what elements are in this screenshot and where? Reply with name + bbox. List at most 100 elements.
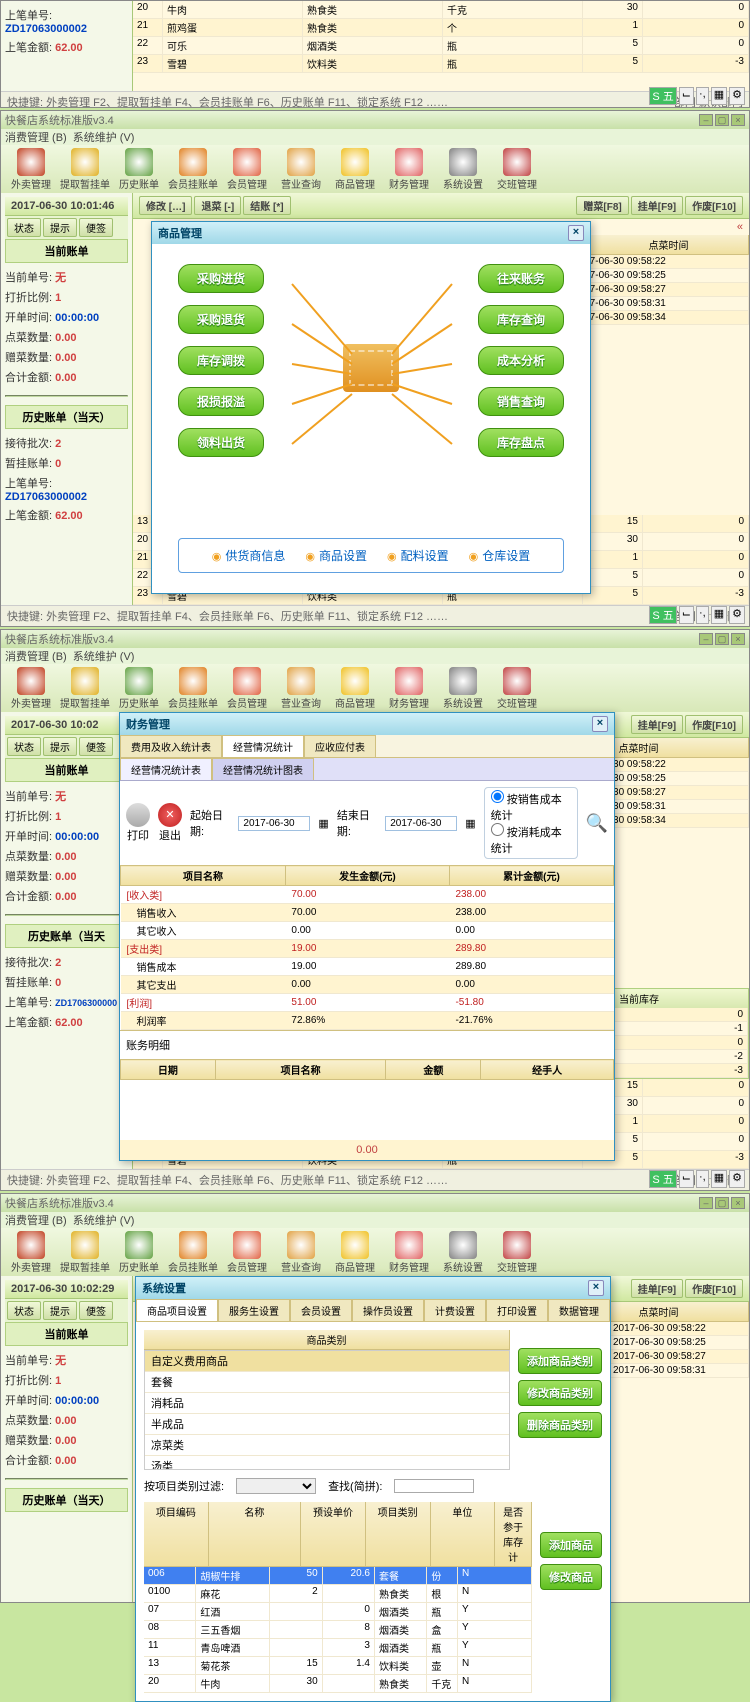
goods-row[interactable]: 07红酒0烟酒类瓶Y [144, 1603, 532, 1621]
tb-外卖管理[interactable]: 外卖管理 [5, 667, 57, 710]
side-tab[interactable]: 提示 [43, 737, 77, 756]
goods-btn[interactable]: 采购退货 [178, 305, 264, 334]
side-tab[interactable]: 便签 [79, 1301, 113, 1320]
menu-item[interactable]: 系统维护 (V) [73, 648, 135, 664]
side-tab[interactable]: 便签 [79, 737, 113, 756]
goods-btn[interactable]: 报损报溢 [178, 387, 264, 416]
goods-link[interactable]: ◉供货商信息 [212, 547, 286, 564]
action-tab[interactable]: 作废[F10] [685, 196, 743, 215]
menu-item[interactable]: 系统维护 (V) [73, 129, 135, 145]
goods-row[interactable]: 11青岛啤酒3烟酒类瓶Y [144, 1639, 532, 1657]
action-tab[interactable]: 挂单[F9] [631, 715, 683, 734]
goods-btn[interactable]: 添加商品 [540, 1532, 602, 1558]
sys-tab[interactable]: 商品项目设置 [136, 1299, 218, 1321]
min-btn[interactable]: – [699, 114, 713, 126]
goods-btn[interactable]: 库存查询 [478, 305, 564, 334]
goods-btn[interactable]: 往来账务 [478, 264, 564, 293]
cat-item[interactable]: 汤类 [145, 1456, 509, 1470]
fin-tab[interactable]: 经营情况统计 [222, 735, 304, 757]
sys-tab[interactable]: 会员设置 [290, 1299, 352, 1321]
side-tab[interactable]: 便签 [79, 218, 113, 237]
goods-btn[interactable]: 库存盘点 [478, 428, 564, 457]
tb-商品管理[interactable]: 商品管理 [329, 667, 381, 710]
tb-会员挂账单[interactable]: 会员挂账单 [167, 1231, 219, 1274]
side-tab[interactable]: 状态 [7, 1301, 41, 1320]
goods-btn[interactable]: 成本分析 [478, 346, 564, 375]
goods-btn[interactable]: 修改商品 [540, 1564, 602, 1590]
fin-subtab[interactable]: 经营情况统计图表 [212, 758, 314, 780]
fin-tab[interactable]: 应收应付表 [304, 735, 376, 757]
cat-item[interactable]: 凉菜类 [145, 1435, 509, 1456]
sys-tab[interactable]: 计费设置 [424, 1299, 486, 1321]
goods-link[interactable]: ◉商品设置 [305, 547, 367, 564]
action-tab[interactable]: 修改 […] [139, 196, 192, 215]
sys-tab[interactable]: 操作员设置 [352, 1299, 424, 1321]
goods-row[interactable]: 0100麻花2熟食类根N [144, 1585, 532, 1603]
sys-tab[interactable]: 数据管理 [548, 1299, 610, 1321]
close-btn[interactable]: × [731, 114, 745, 126]
radio-sales[interactable] [491, 790, 504, 803]
action-tab[interactable]: 退菜 [-] [194, 196, 241, 215]
filter-select[interactable] [236, 1478, 316, 1494]
tb-系统设置[interactable]: 系统设置 [437, 667, 489, 710]
action-tab[interactable]: 赠菜[F8] [576, 196, 628, 215]
cat-item[interactable]: 自定义费用商品 [145, 1351, 509, 1372]
tb-系统设置[interactable]: 系统设置 [437, 148, 489, 191]
fin-tab[interactable]: 费用及收入统计表 [120, 735, 222, 757]
tb-会员挂账单[interactable]: 会员挂账单 [167, 667, 219, 710]
close-icon[interactable]: × [588, 1280, 604, 1296]
tb-财务管理[interactable]: 财务管理 [383, 667, 435, 710]
sys-tab[interactable]: 服务生设置 [218, 1299, 290, 1321]
menu-item[interactable]: 消费管理 (B) [5, 1212, 67, 1228]
action-tab[interactable]: 挂单[F9] [631, 196, 683, 215]
goods-link[interactable]: ◉配料设置 [387, 547, 449, 564]
tb-提取暂挂单[interactable]: 提取暂挂单 [59, 148, 111, 191]
tb-商品管理[interactable]: 商品管理 [329, 148, 381, 191]
tb-财务管理[interactable]: 财务管理 [383, 1231, 435, 1274]
side-tab[interactable]: 状态 [7, 218, 41, 237]
tb-提取暂挂单[interactable]: 提取暂挂单 [59, 667, 111, 710]
tb-外卖管理[interactable]: 外卖管理 [5, 148, 57, 191]
max-btn[interactable]: ▢ [715, 114, 729, 126]
tb-交班管理[interactable]: 交班管理 [491, 667, 543, 710]
goods-btn[interactable]: 库存调拨 [178, 346, 264, 375]
goods-row[interactable]: 20牛肉30熟食类千克N [144, 1675, 532, 1693]
goods-btn[interactable]: 销售查询 [478, 387, 564, 416]
tb-外卖管理[interactable]: 外卖管理 [5, 1231, 57, 1274]
sys-tab[interactable]: 打印设置 [486, 1299, 548, 1321]
end-date-input[interactable] [385, 816, 457, 831]
tb-交班管理[interactable]: 交班管理 [491, 1231, 543, 1274]
tb-历史账单[interactable]: 历史账单 [113, 148, 165, 191]
print-button[interactable]: 打印 [126, 803, 150, 843]
tb-会员管理[interactable]: 会员管理 [221, 667, 273, 710]
fin-subtab[interactable]: 经营情况统计表 [120, 758, 212, 780]
goods-btn[interactable]: 采购进货 [178, 264, 264, 293]
close-icon[interactable]: × [592, 716, 608, 732]
tb-会员挂账单[interactable]: 会员挂账单 [167, 148, 219, 191]
close-icon[interactable]: × [568, 225, 584, 241]
tb-历史账单[interactable]: 历史账单 [113, 667, 165, 710]
goods-row[interactable]: 006胡椒牛排5020.6套餐份N [144, 1567, 532, 1585]
tb-营业查询[interactable]: 营业查询 [275, 667, 327, 710]
menu-item[interactable]: 消费管理 (B) [5, 129, 67, 145]
tb-会员管理[interactable]: 会员管理 [221, 148, 273, 191]
tb-财务管理[interactable]: 财务管理 [383, 148, 435, 191]
goods-row[interactable]: 08三五香烟8烟酒类盒Y [144, 1621, 532, 1639]
cat-btn[interactable]: 删除商品类别 [518, 1412, 602, 1438]
action-tab[interactable]: 结账 [*] [243, 196, 290, 215]
tb-系统设置[interactable]: 系统设置 [437, 1231, 489, 1274]
cat-item[interactable]: 半成品 [145, 1414, 509, 1435]
goods-row[interactable]: 13菊花茶151.4饮料类壶N [144, 1657, 532, 1675]
goods-link[interactable]: ◉仓库设置 [469, 547, 531, 564]
action-tab[interactable]: 挂单[F9] [631, 1279, 683, 1298]
cat-item[interactable]: 套餐 [145, 1372, 509, 1393]
search-icon[interactable]: 🔍 [586, 813, 608, 834]
menubar[interactable]: 消费管理 (B) 系统维护 (V) [1, 129, 749, 145]
tb-会员管理[interactable]: 会员管理 [221, 1231, 273, 1274]
cal-icon[interactable]: ▦ [318, 817, 328, 830]
tb-营业查询[interactable]: 营业查询 [275, 1231, 327, 1274]
cat-item[interactable]: 消耗品 [145, 1393, 509, 1414]
action-tab[interactable]: 作废[F10] [685, 715, 743, 734]
cal-icon[interactable]: ▦ [465, 817, 475, 830]
action-tab[interactable]: 作废[F10] [685, 1279, 743, 1298]
